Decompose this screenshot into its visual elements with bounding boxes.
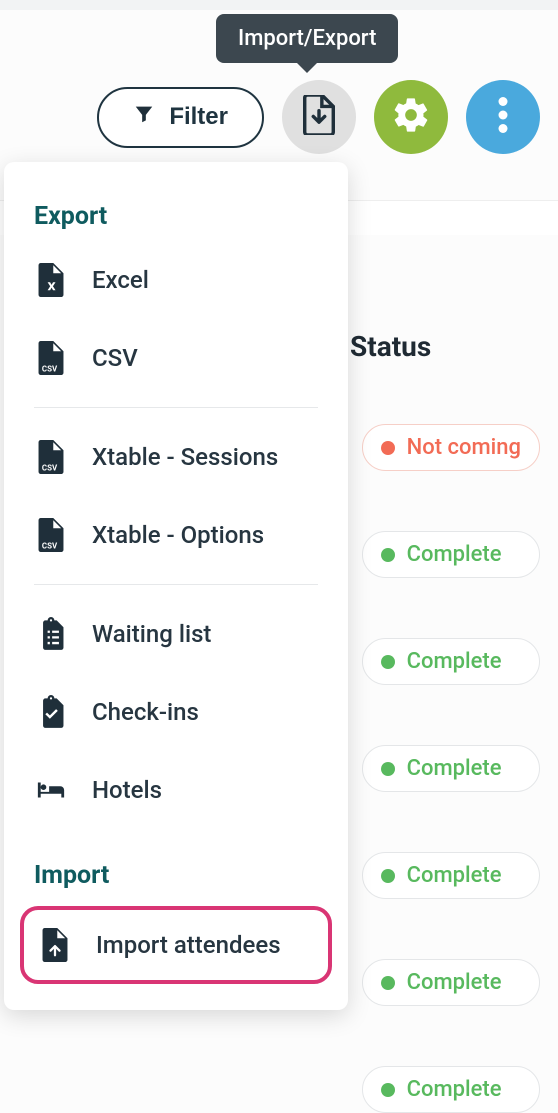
clipboard-check-icon (34, 695, 68, 729)
import-export-button[interactable] (282, 80, 356, 154)
status-badge-label: Complete (407, 649, 502, 674)
dd-item-label: Check-ins (92, 698, 199, 726)
toolbar: Filter (97, 80, 540, 154)
dd-item-label: Hotels (92, 776, 162, 804)
import-export-dropdown: Export Excel CSV CSV CSV Xtable - Sessio… (4, 162, 348, 1010)
export-waiting-list-item[interactable]: Waiting list (4, 595, 348, 673)
status-badge-label: Complete (407, 756, 502, 781)
dropdown-divider (34, 584, 318, 585)
file-csv-icon: CSV (34, 341, 68, 375)
export-section-title: Export (4, 190, 348, 241)
status-dot-icon (381, 1083, 395, 1097)
svg-text:CSV: CSV (42, 542, 58, 551)
status-badge[interactable]: Complete (362, 638, 540, 685)
import-attendees-item[interactable]: Import attendees (20, 906, 332, 984)
status-dot-icon (381, 976, 395, 990)
export-xtable-options-item[interactable]: CSV Xtable - Options (4, 496, 348, 574)
export-excel-item[interactable]: Excel (4, 241, 348, 319)
more-vertical-icon (498, 97, 508, 137)
status-badge[interactable]: Not coming (362, 424, 540, 471)
status-badge[interactable]: Complete (362, 959, 540, 1006)
dd-item-label: CSV (92, 344, 138, 372)
file-csv-icon: CSV (34, 518, 68, 552)
status-dot-icon (381, 441, 395, 455)
status-dot-icon (381, 762, 395, 776)
clipboard-list-icon (34, 617, 68, 651)
file-upload-icon (38, 928, 72, 962)
dd-item-label: Xtable - Sessions (92, 443, 278, 471)
file-csv-icon: CSV (34, 440, 68, 474)
svg-text:CSV: CSV (42, 365, 58, 374)
dd-item-label: Xtable - Options (92, 521, 264, 549)
tooltip-label: Import/Export (216, 14, 398, 63)
export-xtable-sessions-item[interactable]: CSV Xtable - Sessions (4, 418, 348, 496)
import-export-tooltip: Import/Export (216, 14, 398, 73)
status-badge-label: Not coming (407, 435, 521, 460)
status-column-header: Status (350, 330, 431, 363)
status-badge-label: Complete (407, 863, 502, 888)
bed-icon (34, 773, 68, 807)
status-badge-label: Complete (407, 542, 502, 567)
export-csv-item[interactable]: CSV CSV (4, 319, 348, 397)
file-excel-icon (34, 263, 68, 297)
status-badge[interactable]: Complete (362, 852, 540, 899)
top-strip (0, 0, 558, 10)
tooltip-arrow (297, 63, 317, 73)
status-badge-label: Complete (407, 970, 502, 995)
export-checkins-item[interactable]: Check-ins (4, 673, 348, 751)
status-dot-icon (381, 548, 395, 562)
status-badge[interactable]: Complete (362, 531, 540, 578)
dropdown-divider (34, 407, 318, 408)
gear-icon (391, 95, 431, 139)
dd-item-label: Waiting list (92, 620, 211, 648)
export-hotels-item[interactable]: Hotels (4, 751, 348, 829)
settings-button[interactable] (374, 80, 448, 154)
import-section-title: Import (4, 849, 348, 900)
more-button[interactable] (466, 80, 540, 154)
status-dot-icon (381, 655, 395, 669)
filter-button[interactable]: Filter (97, 87, 264, 148)
status-badge-label: Complete (407, 1077, 502, 1102)
dd-item-label: Excel (92, 266, 149, 294)
funnel-icon (133, 103, 155, 132)
status-badge[interactable]: Complete (362, 1066, 540, 1113)
status-badge[interactable]: Complete (362, 745, 540, 792)
file-download-icon (301, 95, 337, 139)
filter-button-label: Filter (169, 103, 228, 131)
dd-item-label: Import attendees (96, 931, 281, 959)
status-rows: Not coming Complete Complete Complete Co… (362, 424, 540, 1113)
status-dot-icon (381, 869, 395, 883)
svg-text:CSV: CSV (42, 464, 58, 473)
